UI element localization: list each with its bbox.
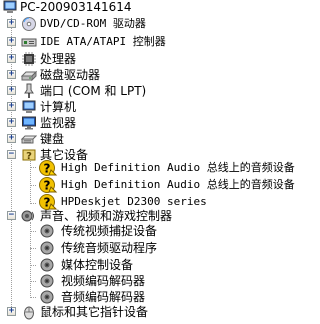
tree-child-hd-audio-2[interactable]: ? High Definition Audio 总线上的音频设备 (0, 176, 295, 194)
computer-icon (21, 99, 37, 115)
tree-item-label: DVD/CD-ROM 驱动器 (40, 17, 146, 30)
keyboard-icon (20, 131, 38, 147)
tree-item-label: 传统视频捕捉设备 (61, 224, 158, 238)
device-tree[interactable]: PC-200903141614 + DVD/CD-ROM 驱动器 + IDE A… (0, 0, 295, 320)
expand-button[interactable]: + (7, 118, 16, 127)
tree-child-hd-audio-1[interactable]: ? High Definition Audio 总线上的音频设备 (0, 159, 295, 177)
tree-item-label: High Definition Audio 总线上的音频设备 (61, 161, 295, 174)
cdrom-icon (21, 16, 37, 32)
expand-button[interactable]: + (7, 37, 16, 46)
warning-device-icon: ? (38, 176, 58, 194)
computer-icon (2, 0, 18, 15)
tree-item-ide-controller[interactable]: + IDE ATA/ATAPI 控制器 (0, 33, 289, 51)
expand-button[interactable]: + (7, 102, 16, 111)
expand-button[interactable]: + (7, 86, 16, 95)
monitor-icon (21, 115, 37, 131)
tree-item-label: High Definition Audio 总线上的音频设备 (61, 178, 295, 191)
tree-item-mouse[interactable]: + 鼠标和其它指针设备 (0, 303, 289, 321)
collapse-button[interactable]: − (7, 150, 16, 159)
processor-icon (21, 51, 37, 67)
warning-device-icon: ? (38, 159, 58, 177)
speaker-icon (40, 257, 56, 273)
tree-root[interactable]: PC-200903141614 (0, 0, 289, 16)
expand-button[interactable]: + (7, 19, 16, 28)
speaker-icon (40, 240, 56, 256)
tree-child-legacy-audio-drivers[interactable]: 传统音频驱动程序 (0, 239, 289, 257)
tree-item-label: 传统音频驱动程序 (61, 241, 158, 255)
ide-controller-icon (21, 34, 37, 50)
tree-item-dvd-cdrom[interactable]: + DVD/CD-ROM 驱动器 (0, 15, 289, 33)
expand-button[interactable]: + (7, 54, 16, 63)
tree-item-label: 鼠标和其它指针设备 (40, 305, 149, 319)
expand-button[interactable]: + (7, 134, 16, 143)
tree-child-legacy-video-capture[interactable]: 传统视频捕捉设备 (0, 222, 289, 240)
speaker-icon (40, 273, 56, 289)
port-icon (21, 83, 37, 99)
expand-button[interactable]: + (7, 70, 16, 79)
tree-root-label: PC-200903141614 (20, 0, 132, 14)
mouse-icon (21, 304, 37, 320)
collapse-button[interactable]: − (7, 211, 16, 220)
tree-item-label: IDE ATA/ATAPI 控制器 (40, 35, 166, 48)
expand-button[interactable]: + (7, 307, 16, 316)
speaker-icon (40, 223, 56, 239)
disk-drive-icon (20, 67, 38, 83)
